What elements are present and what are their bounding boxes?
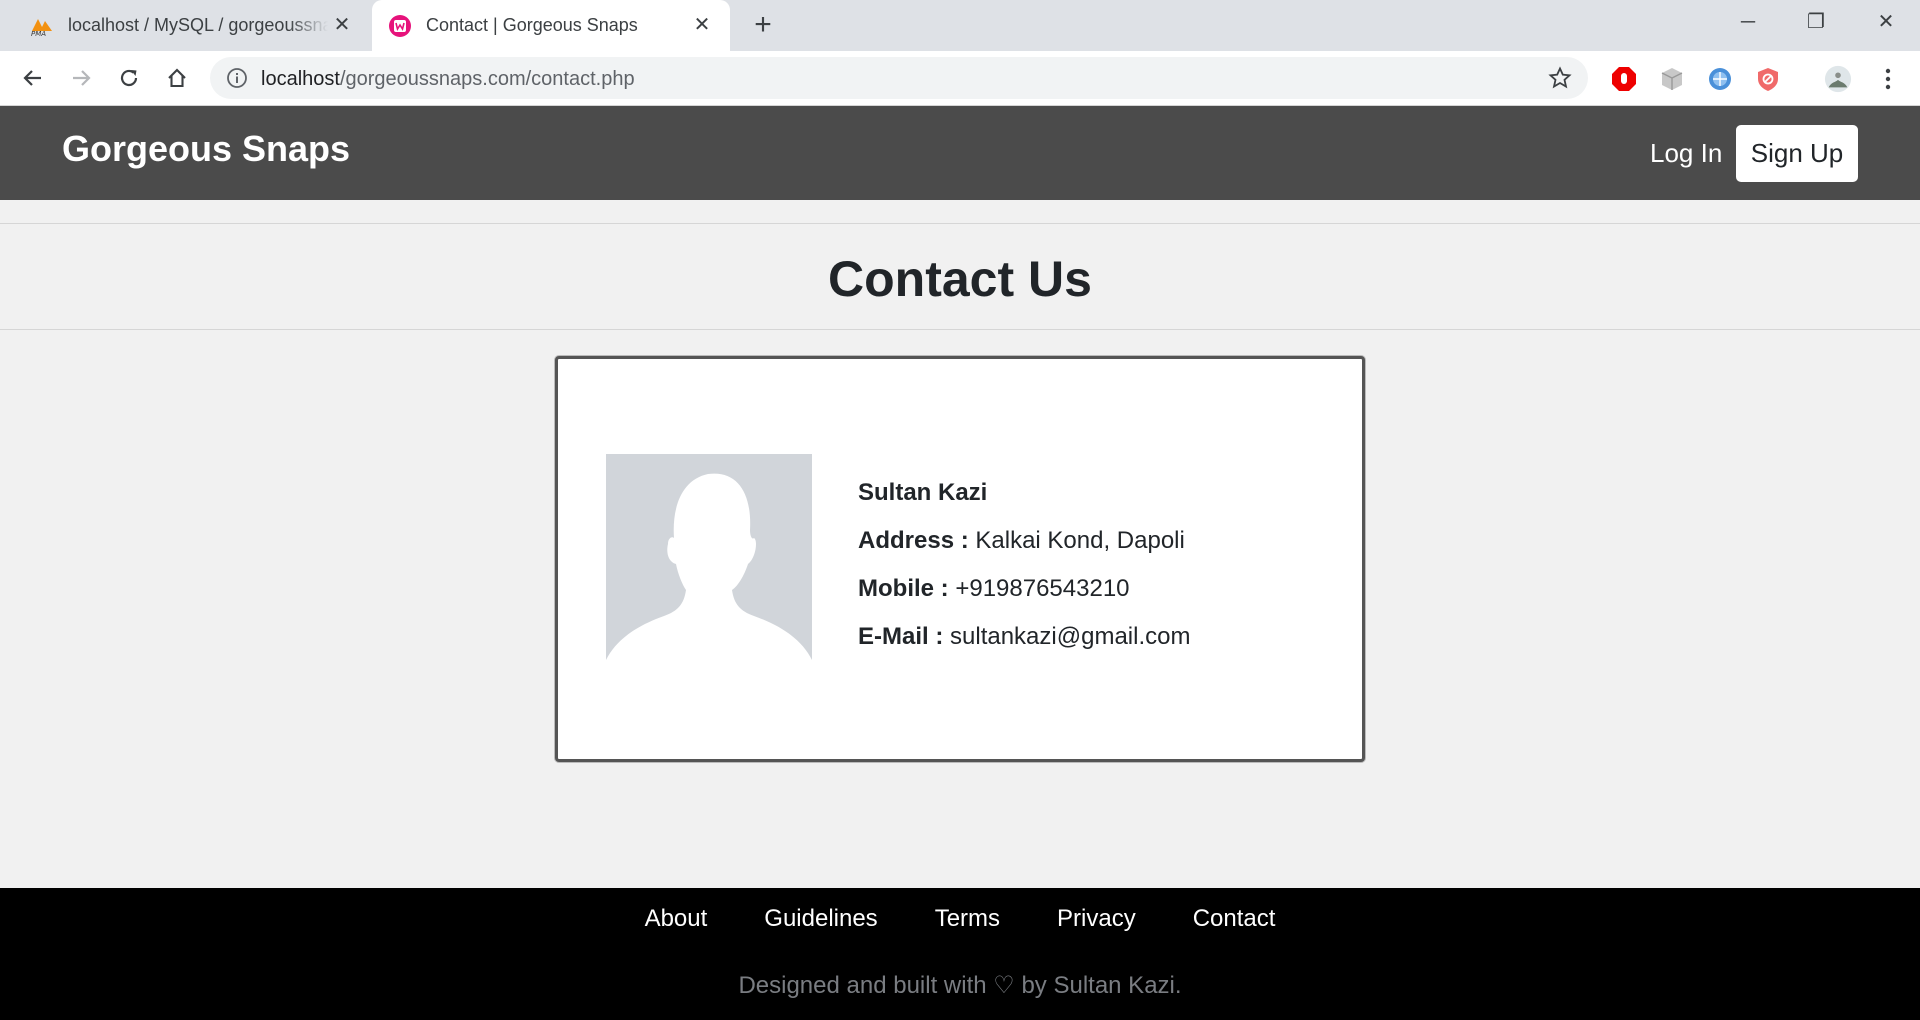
footer-link-guidelines[interactable]: Guidelines bbox=[764, 905, 877, 933]
tab-title: Contact | Gorgeous Snaps bbox=[426, 15, 638, 35]
window-close-button[interactable]: ✕ bbox=[1866, 6, 1906, 38]
address-bar[interactable]: localhost/gorgeoussnaps.com/contact.php bbox=[210, 57, 1588, 99]
avatar bbox=[606, 454, 812, 664]
footer-link-about[interactable]: About bbox=[645, 905, 708, 933]
wamp-icon bbox=[388, 14, 412, 38]
brand-logo[interactable]: Gorgeous Snaps bbox=[62, 128, 350, 170]
browser-toolbar: localhost/gorgeoussnaps.com/contact.php bbox=[0, 51, 1920, 106]
info-icon[interactable] bbox=[226, 67, 248, 89]
address-value: Kalkai Kond, Dapoli bbox=[975, 527, 1185, 554]
mobile-label: Mobile : bbox=[858, 575, 949, 602]
contact-mobile: Mobile : +919876543210 bbox=[858, 565, 1190, 613]
svg-text:PMA: PMA bbox=[31, 30, 46, 37]
globe-extension-icon[interactable] bbox=[1706, 65, 1734, 93]
signup-button[interactable]: Sign Up bbox=[1736, 125, 1858, 182]
contact-card: Sultan Kazi Address : Kalkai Kond, Dapol… bbox=[555, 356, 1365, 762]
bookmark-star-icon[interactable] bbox=[1548, 66, 1572, 90]
phpmyadmin-icon: PMA bbox=[30, 14, 54, 38]
email-value: sultankazi@gmail.com bbox=[950, 623, 1191, 650]
contact-name: Sultan Kazi bbox=[858, 479, 988, 506]
reload-icon[interactable] bbox=[114, 63, 144, 93]
adblock-extension-icon[interactable] bbox=[1610, 65, 1638, 93]
contact-email: E-Mail : sultankazi@gmail.com bbox=[858, 613, 1190, 661]
close-tab-icon[interactable]: ✕ bbox=[690, 13, 714, 37]
new-tab-button[interactable]: + bbox=[748, 10, 778, 40]
url-path: /gorgeoussnaps.com/contact.php bbox=[339, 68, 635, 90]
menu-kebab-icon[interactable] bbox=[1874, 65, 1902, 93]
forward-icon[interactable] bbox=[66, 63, 96, 93]
browser-tab-bar: PMA localhost / MySQL / gorgeoussnaps ✕ … bbox=[0, 0, 1920, 51]
home-icon[interactable] bbox=[162, 63, 192, 93]
url-text: localhost/gorgeoussnaps.com/contact.php bbox=[261, 68, 635, 91]
url-host: localhost bbox=[261, 68, 340, 90]
footer-links: About Guidelines Terms Privacy Contact bbox=[0, 905, 1920, 933]
tab-contact[interactable]: Contact | Gorgeous Snaps ✕ bbox=[372, 0, 730, 51]
footer-link-privacy[interactable]: Privacy bbox=[1057, 905, 1136, 933]
email-label: E-Mail : bbox=[858, 623, 944, 650]
tab-title: localhost / MySQL / gorgeoussnaps bbox=[68, 15, 328, 35]
tab-phpmyadmin[interactable]: PMA localhost / MySQL / gorgeoussnaps ✕ bbox=[0, 0, 370, 51]
footer-link-contact[interactable]: Contact bbox=[1193, 905, 1276, 933]
close-tab-icon[interactable]: ✕ bbox=[330, 13, 354, 37]
minimize-button[interactable]: ─ bbox=[1728, 6, 1768, 38]
restore-button[interactable]: ❐ bbox=[1796, 6, 1836, 38]
address-label: Address : bbox=[858, 527, 969, 554]
back-icon[interactable] bbox=[18, 63, 48, 93]
site-navbar: Gorgeous Snaps Log In Sign Up bbox=[0, 106, 1920, 200]
shield-extension-icon[interactable] bbox=[1754, 65, 1782, 93]
profile-avatar-icon[interactable] bbox=[1824, 65, 1852, 93]
login-link[interactable]: Log In bbox=[1650, 138, 1722, 169]
site-footer: About Guidelines Terms Privacy Contact D… bbox=[0, 888, 1920, 1020]
page-title: Contact Us bbox=[828, 251, 1092, 307]
cube-extension-icon[interactable] bbox=[1658, 65, 1686, 93]
footer-link-terms[interactable]: Terms bbox=[935, 905, 1000, 933]
page-header: Contact Us bbox=[0, 223, 1920, 330]
mobile-value: +919876543210 bbox=[955, 575, 1130, 602]
contact-address: Address : Kalkai Kond, Dapoli bbox=[858, 517, 1190, 565]
footer-credit: Designed and built with ♡ by Sultan Kazi… bbox=[738, 972, 1182, 999]
contact-info: Sultan Kazi Address : Kalkai Kond, Dapol… bbox=[858, 469, 1190, 661]
